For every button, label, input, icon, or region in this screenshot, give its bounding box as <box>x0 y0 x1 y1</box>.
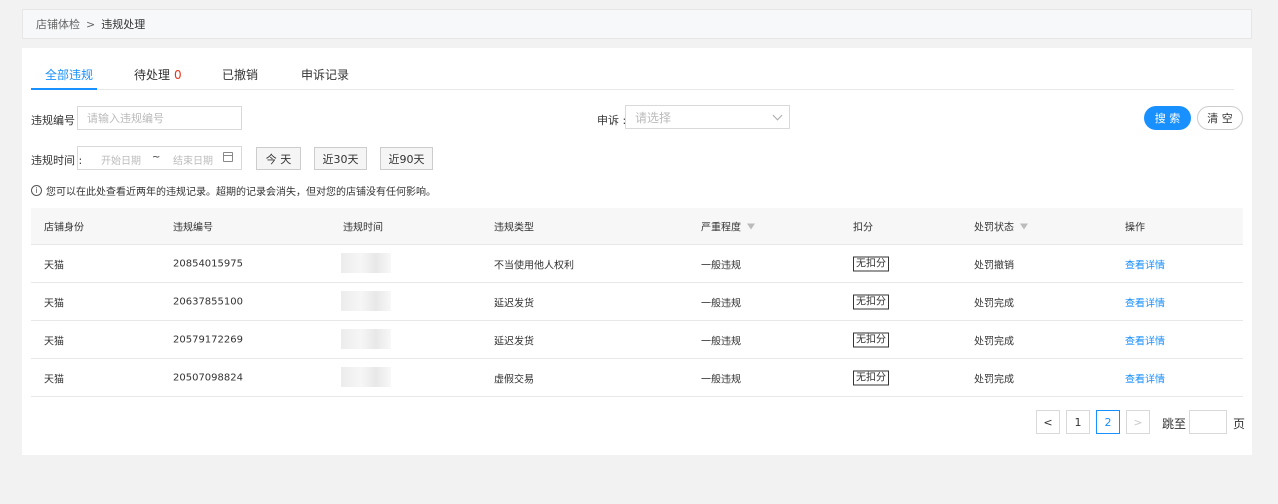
page-suffix: 页 <box>1233 417 1246 431</box>
tab-appeal-records[interactable]: 申诉记录 <box>301 66 349 83</box>
breadcrumb: 店铺体检 > 违规处理 <box>22 9 1252 39</box>
jump-page-input[interactable] <box>1189 410 1227 434</box>
col-header-id: 违规编号 <box>173 222 213 234</box>
info-icon: i <box>31 185 42 196</box>
points-badge: 无扣分 <box>853 332 889 347</box>
chevron-down-icon <box>772 110 783 121</box>
redacted-time <box>341 329 391 349</box>
quick-30-days-button[interactable]: 近30天 <box>314 147 367 170</box>
tab-all-violations[interactable]: 全部违规 <box>45 66 93 83</box>
calendar-icon <box>223 152 233 162</box>
cell-status: 处罚完成 <box>974 336 1014 347</box>
cell-status: 处罚完成 <box>974 298 1014 309</box>
cell-status: 处罚完成 <box>974 374 1014 385</box>
table-row: 天猫 20637855100 延迟发货 一般违规 无扣分 处罚完成 查看详情 <box>31 283 1243 321</box>
cell-status: 处罚撤销 <box>974 260 1014 271</box>
points-badge: 无扣分 <box>853 370 889 385</box>
col-header-status: 处罚状态 <box>974 219 1028 234</box>
cell-id: 20637855100 <box>173 296 243 307</box>
breadcrumb-current: 违规处理 <box>101 18 146 31</box>
cell-severity: 一般违规 <box>701 374 741 385</box>
col-header-severity: 严重程度 <box>701 219 755 234</box>
cell-points: 无扣分 <box>853 370 889 385</box>
redacted-time <box>341 291 391 311</box>
next-page-button[interactable]: > <box>1126 410 1150 434</box>
col-header-identity: 店铺身份 <box>44 222 84 234</box>
view-details-link[interactable]: 查看详情 <box>1125 332 1165 347</box>
table-header: 店铺身份 违规编号 违规时间 违规类型 严重程度 扣分 处罚状态 操作 <box>31 208 1243 245</box>
cell-severity: 一般违规 <box>701 260 741 271</box>
violation-time-label: 违规时间 : <box>31 154 83 167</box>
filter-icon[interactable] <box>747 223 755 229</box>
col-header-type: 违规类型 <box>494 222 534 234</box>
cell-points: 无扣分 <box>853 256 889 271</box>
page-1-button[interactable]: 1 <box>1066 410 1090 434</box>
prev-page-button[interactable]: < <box>1036 410 1060 434</box>
breadcrumb-parent[interactable]: 店铺体检 <box>36 16 80 32</box>
appeal-label: 申诉 : <box>597 114 627 127</box>
date-range-picker[interactable]: 开始日期 ~ 结束日期 <box>77 146 242 170</box>
tab-bar: 全部违规 待处理 0 已撤销 申诉记录 <box>31 48 1234 90</box>
cell-id: 20507098824 <box>173 372 243 383</box>
tab-label: 申诉记录 <box>301 68 350 82</box>
violations-table: 店铺身份 违规编号 违规时间 违规类型 严重程度 扣分 处罚状态 操作 天猫 2… <box>31 208 1243 397</box>
page-2-button[interactable]: 2 <box>1096 410 1120 434</box>
cell-type: 不当使用他人权利 <box>494 260 574 271</box>
table-row: 天猫 20579172269 延迟发货 一般违规 无扣分 处罚完成 查看详情 <box>31 321 1243 359</box>
jump-label: 跳至 <box>1162 417 1187 431</box>
col-header-points: 扣分 <box>853 222 873 234</box>
cell-identity: 天猫 <box>44 374 64 385</box>
col-header-time: 违规时间 <box>343 222 383 234</box>
redacted-time <box>341 367 391 387</box>
cell-type: 延迟发货 <box>494 298 534 309</box>
points-badge: 无扣分 <box>853 256 889 271</box>
notice: i 您可以在此处查看近两年的违规记录。超期的记录会消失，但对您的店铺没有任何影响… <box>31 183 436 198</box>
notice-text: 您可以在此处查看近两年的违规记录。超期的记录会消失，但对您的店铺没有任何影响。 <box>46 187 436 198</box>
filter-icon[interactable] <box>1020 223 1028 229</box>
appeal-select[interactable]: 请选择 <box>625 105 790 129</box>
tab-label: 待处理 <box>134 68 171 82</box>
view-details-link[interactable]: 查看详情 <box>1125 370 1165 385</box>
cell-severity: 一般违规 <box>701 298 741 309</box>
start-date-input[interactable]: 开始日期 <box>101 152 141 167</box>
col-header-severity-label: 严重程度 <box>701 222 741 234</box>
cell-identity: 天猫 <box>44 336 64 347</box>
appeal-select-value: 请选择 <box>635 110 672 125</box>
cell-identity: 天猫 <box>44 260 64 271</box>
violation-no-label: 违规编号 : <box>31 114 83 127</box>
active-tab-indicator <box>31 88 97 90</box>
cell-type: 虚假交易 <box>494 374 534 385</box>
cell-id: 20854015975 <box>173 258 243 269</box>
cell-points: 无扣分 <box>853 332 889 347</box>
clear-button[interactable]: 清 空 <box>1197 106 1243 130</box>
cell-type: 延迟发货 <box>494 336 534 347</box>
end-date-input[interactable]: 结束日期 <box>173 152 213 167</box>
cell-severity: 一般违规 <box>701 336 741 347</box>
pending-count: 0 <box>174 68 182 82</box>
tab-pending[interactable]: 待处理 0 <box>134 66 182 83</box>
tab-label: 全部违规 <box>45 68 94 82</box>
search-button[interactable]: 搜 索 <box>1144 106 1191 130</box>
points-badge: 无扣分 <box>853 294 889 309</box>
view-details-link[interactable]: 查看详情 <box>1125 256 1165 271</box>
range-separator: ~ <box>152 152 161 163</box>
view-details-link[interactable]: 查看详情 <box>1125 294 1165 309</box>
cell-id: 20579172269 <box>173 334 243 345</box>
redacted-time <box>341 253 391 273</box>
breadcrumb-separator: > <box>86 17 96 31</box>
col-header-status-label: 处罚状态 <box>974 222 1014 234</box>
violation-no-input[interactable]: 请输入违规编号 <box>77 106 242 130</box>
table-row: 天猫 20854015975 不当使用他人权利 一般违规 无扣分 处罚撤销 查看… <box>31 245 1243 283</box>
tab-label: 已撤销 <box>222 68 259 82</box>
main-panel: 全部违规 待处理 0 已撤销 申诉记录 违规编号 : 请输入违规编号 申诉 : 请… <box>22 48 1252 455</box>
cell-identity: 天猫 <box>44 298 64 309</box>
col-header-action: 操作 <box>1125 222 1145 234</box>
cell-points: 无扣分 <box>853 294 889 309</box>
table-row: 天猫 20507098824 虚假交易 一般违规 无扣分 处罚完成 查看详情 <box>31 359 1243 397</box>
quick-90-days-button[interactable]: 近90天 <box>380 147 433 170</box>
tab-revoked[interactable]: 已撤销 <box>222 66 258 83</box>
quick-today-button[interactable]: 今 天 <box>256 147 301 170</box>
